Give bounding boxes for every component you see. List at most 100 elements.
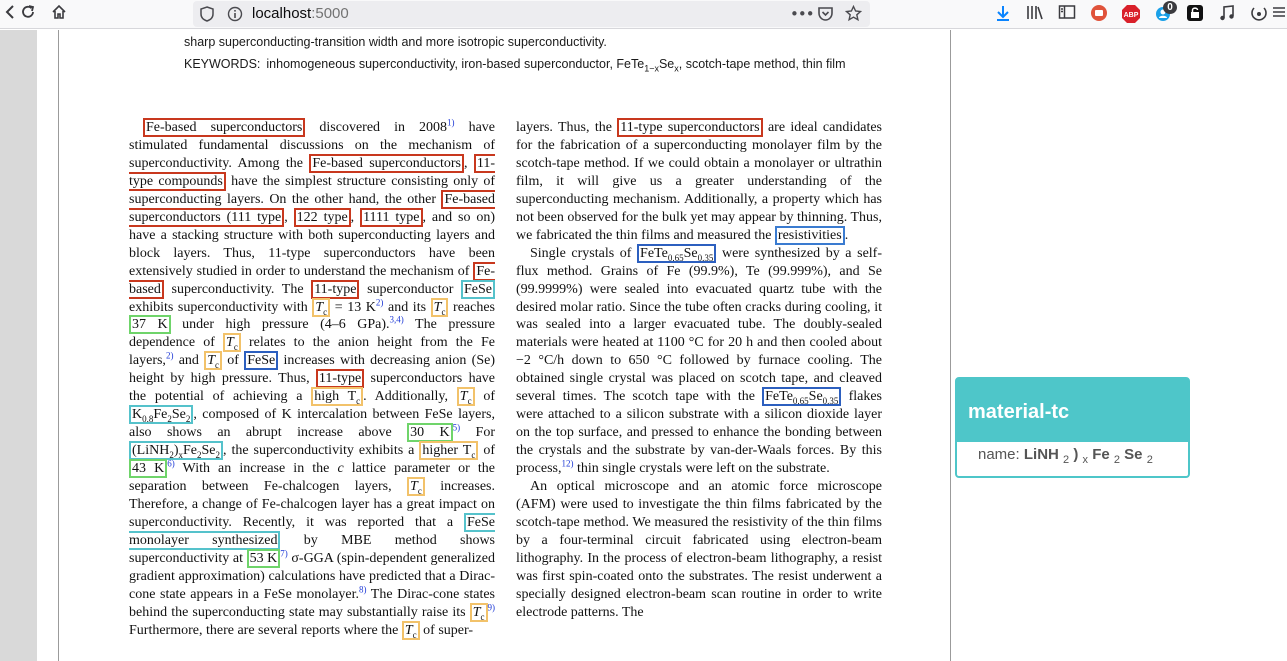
text-span: of — [221, 353, 245, 369]
music-icon[interactable] — [1217, 4, 1237, 24]
text-span: superconductivity. The — [163, 281, 312, 297]
keywords-mid: Se — [658, 57, 675, 71]
formula-sub: 0.35 — [822, 396, 839, 407]
menu-icon[interactable] — [1269, 4, 1287, 24]
more-icon[interactable]: ••• — [790, 5, 815, 23]
citation-ref[interactable]: 7) — [280, 548, 288, 558]
tc-symbol: T — [315, 299, 324, 315]
tc-sub: c — [471, 449, 476, 460]
url-host: localhost — [252, 5, 312, 22]
entity-material[interactable]: Fe-based superconductors — [143, 118, 306, 137]
entity-material[interactable]: Fe-based superconductors — [309, 153, 464, 173]
tooltip-name-sub: 2 — [1113, 454, 1120, 466]
formula-sub: 2 — [185, 414, 191, 425]
url-port: :5000 — [311, 5, 349, 22]
citation-ref[interactable]: 1) — [447, 117, 455, 127]
text-span: are ideal candidates for the fabrication… — [516, 120, 883, 243]
lock-extension-icon[interactable] — [1185, 4, 1205, 24]
text-span: Single crystals of — [530, 245, 638, 261]
entity-value[interactable]: 30 K — [407, 423, 453, 443]
entity-property[interactable]: resistivities — [774, 225, 845, 245]
entity-tc[interactable]: Tc — [312, 297, 331, 317]
abp-icon[interactable]: ABP — [1121, 4, 1141, 24]
entity-value[interactable]: 37 K — [129, 315, 171, 335]
formula-sub: 0.35 — [697, 252, 714, 263]
formula-part: Fe — [183, 443, 197, 459]
text-span: of — [478, 443, 495, 459]
url-text[interactable]: localhost:5000 — [252, 5, 349, 22]
text-span: , — [463, 155, 468, 171]
entity-tc[interactable]: higher Tc — [419, 441, 479, 461]
entity-tc[interactable]: Tc — [223, 333, 241, 353]
tooltip-header: material-tc — [957, 379, 1188, 442]
tooltip-body: name: LiNH 2 ) x Fe 2 Se 2 — [978, 446, 1153, 466]
entity-formula[interactable]: K0.8Fe2Se2 — [129, 405, 194, 425]
reload-icon[interactable] — [17, 3, 39, 25]
text-span: , the superconductivity exhibits a — [223, 443, 420, 459]
camera-icon[interactable] — [1249, 4, 1269, 24]
entity-value[interactable]: 43 K — [129, 459, 168, 479]
citation-ref[interactable]: 6) — [167, 458, 175, 468]
home-icon[interactable] — [48, 3, 70, 25]
tc-symbol: T — [410, 479, 418, 495]
tc-sub: c — [467, 396, 472, 407]
citation-ref[interactable]: 9) — [488, 602, 496, 612]
entity-sample[interactable]: FeTe0.65Se0.35 — [762, 387, 842, 407]
tc-sub: c — [441, 306, 446, 317]
entity-material[interactable]: 11-type — [311, 279, 360, 299]
tooltip-name-part: Se — [1124, 446, 1143, 463]
entity-tooltip-card[interactable]: material-tc name: LiNH 2 ) x Fe 2 Se 2 — [955, 377, 1190, 478]
entity-tc[interactable]: high Tc — [311, 387, 364, 407]
bookmark-star-icon[interactable] — [844, 4, 863, 26]
keywords-sub: 1−x — [644, 63, 659, 74]
tc-sub: c — [214, 360, 219, 371]
browser-toolbar: localhost:5000 ••• ABP 0 — [0, 0, 1287, 29]
citation-ref[interactable]: 12) — [562, 458, 574, 468]
formula-part: FeTe — [640, 245, 668, 261]
tooltip-name-label: name: — [978, 446, 1020, 463]
entity-sample[interactable]: FeTe0.65Se0.35 — [637, 243, 717, 263]
tooltip-name-sub: x — [1082, 454, 1089, 466]
entity-material[interactable]: 122 type — [293, 207, 351, 227]
abp-label: ABP — [1124, 12, 1139, 19]
entity-tc[interactable]: Tc — [430, 297, 449, 317]
entity-tc[interactable]: Tc — [469, 602, 488, 622]
entity-formula[interactable]: FeSe — [461, 279, 495, 299]
body-column-left: Fe-based superconductors discovered in 2… — [129, 117, 496, 640]
entity-tc[interactable]: Tc — [407, 477, 425, 497]
page-content[interactable]: sharp superconducting-transition width a… — [0, 30, 1287, 661]
citation-ref[interactable]: 3,4) — [390, 315, 404, 325]
entity-formula[interactable]: (LiNH2)xFe2Se2 — [129, 441, 223, 461]
formula-sub: 0.8 — [142, 414, 154, 425]
entity-tc[interactable]: Tc — [401, 620, 420, 640]
download-icon[interactable] — [993, 4, 1013, 24]
shield-icon[interactable] — [199, 6, 215, 22]
entity-tc[interactable]: Tc — [456, 387, 475, 407]
address-bar[interactable]: localhost:5000 ••• — [193, 1, 870, 27]
entity-material[interactable]: 11-type superconductors — [617, 118, 763, 137]
entity-tc[interactable]: Tc — [204, 351, 222, 371]
keywords-label: KEYWORDS: — [184, 57, 261, 71]
entity-material[interactable]: 11-type — [315, 369, 365, 389]
entity-sample[interactable]: FeSe — [244, 351, 279, 371]
keywords-line: KEYWORDS: inhomogeneous superconductivity… — [184, 57, 846, 74]
formula-sub: 0.65 — [792, 396, 809, 407]
extension-icon[interactable] — [1089, 4, 1109, 24]
entity-value[interactable]: 53 K — [246, 548, 281, 568]
text-span: of — [474, 389, 496, 405]
formula-part: Fe — [153, 407, 168, 423]
text-span: Furthermore, there are several reports w… — [129, 622, 402, 638]
paragraph-afm: An optical microscope and an atomic forc… — [516, 479, 882, 620]
library-icon[interactable] — [1025, 4, 1045, 24]
page-gutter — [0, 30, 37, 661]
tc-sub: c — [356, 396, 361, 407]
tooltip-name-part: LiNH — [1023, 446, 1059, 463]
tooltip-name-sub: 2 — [1063, 454, 1070, 466]
formula-part: (LiNH — [132, 443, 170, 459]
info-icon[interactable] — [227, 6, 243, 22]
entity-material[interactable]: 1111 type — [360, 207, 423, 227]
tooltip-name-part: ) — [1073, 446, 1079, 463]
sidebar-icon[interactable] — [1057, 4, 1077, 24]
pocket-icon[interactable] — [817, 5, 834, 26]
tc-symbol: T — [472, 604, 481, 620]
